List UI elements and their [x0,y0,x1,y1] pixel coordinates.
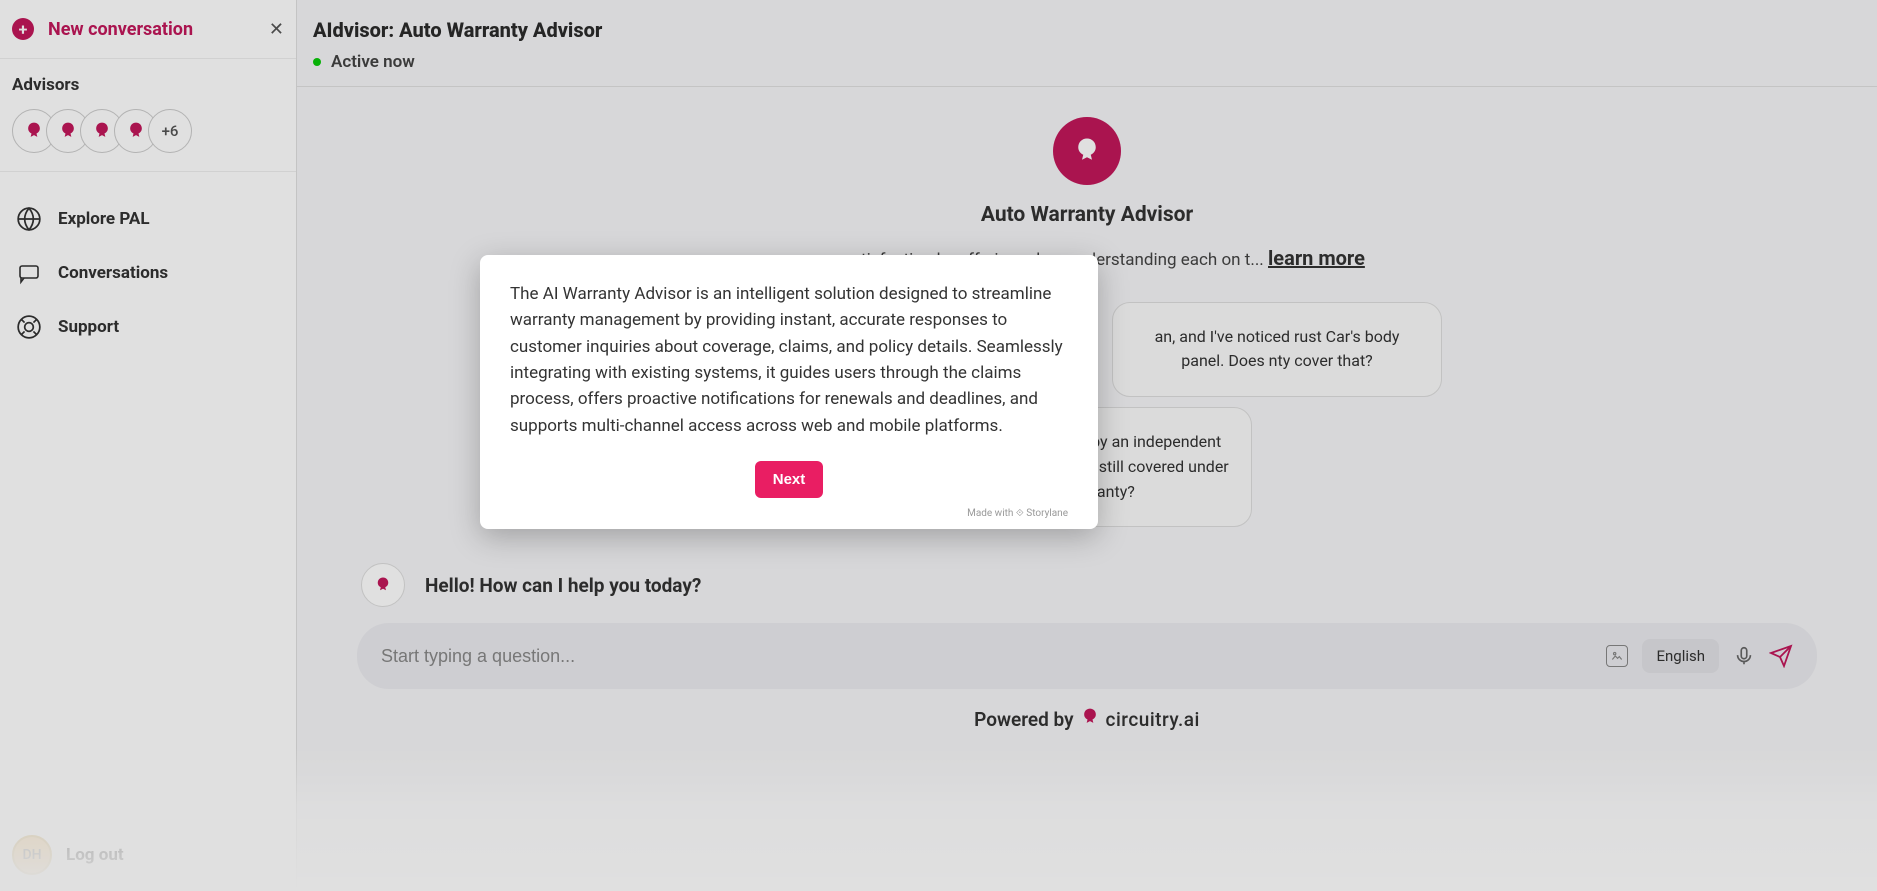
learn-more-link[interactable]: learn more [1268,246,1365,270]
powered-by: Powered by circuitry.ai [357,707,1817,742]
hero-avatar [1053,117,1121,185]
advisor-avatars: +6 [12,109,284,153]
status-text: Active now [331,52,415,72]
nav-conversations[interactable]: Conversations [0,246,296,300]
assistant-avatar [361,563,405,607]
message-input-row: English [357,623,1817,689]
greeting-text: Hello! How can I help you today? [425,574,701,597]
greeting-row: Hello! How can I help you today? [357,563,1817,623]
close-icon[interactable]: ✕ [269,19,284,40]
tutorial-modal: The AI Warranty Advisor is an intelligen… [480,255,1098,529]
status-dot-icon [313,58,321,66]
nav-support-label: Support [58,317,119,337]
storylane-brand[interactable]: Storylane [1026,508,1068,519]
advisors-heading: Advisors [12,75,284,95]
new-conversation-row[interactable]: + New conversation ✕ [0,0,296,59]
send-icon[interactable] [1769,644,1793,668]
hero-section: Auto Warranty Advisor mer satisfaction b… [357,117,1817,274]
plus-icon: + [12,18,34,40]
nav-explore-label: Explore PAL [58,209,150,229]
made-with-label: Made with [967,508,1013,519]
sidebar-footer: DH Log out [0,819,296,891]
status-row: Active now [313,52,1861,72]
advisor-more-count[interactable]: +6 [148,109,192,153]
modal-body-text: The AI Warranty Advisor is an intelligen… [510,281,1068,439]
lifebuoy-icon [16,314,42,340]
main-header: AIdvisor: Auto Warranty Advisor Active n… [297,0,1877,87]
message-input[interactable] [381,646,1592,667]
sample-card[interactable]: an, and I've noticed rust Car's body pan… [1112,302,1442,398]
nav-conversations-label: Conversations [58,263,168,283]
brand-name: circuitry.ai [1106,708,1200,731]
brand-icon [1080,707,1100,732]
image-upload-icon[interactable] [1606,645,1628,667]
chat-icon [16,260,42,286]
next-button[interactable]: Next [755,461,824,498]
logout-button[interactable]: Log out [66,845,124,865]
nav-explore[interactable]: Explore PAL [0,192,296,246]
new-conversation-label: New conversation [48,19,255,40]
sidebar: + New conversation ✕ Advisors +6 Explore… [0,0,297,891]
modal-footer: Made with ⟐ Storylane [510,506,1068,519]
nav-support[interactable]: Support [0,300,296,354]
hero-title: Auto Warranty Advisor [981,203,1193,227]
microphone-icon[interactable] [1733,645,1755,667]
page-title: AIdvisor: Auto Warranty Advisor [313,18,1861,42]
user-avatar[interactable]: DH [12,835,52,875]
language-selector[interactable]: English [1642,639,1719,673]
globe-icon [16,206,42,232]
nav-menu: Explore PAL Conversations Support [0,172,296,819]
storylane-icon: ⟐ [1016,508,1026,519]
powered-by-prefix: Powered by [974,708,1073,731]
advisors-section: Advisors +6 [0,59,296,172]
